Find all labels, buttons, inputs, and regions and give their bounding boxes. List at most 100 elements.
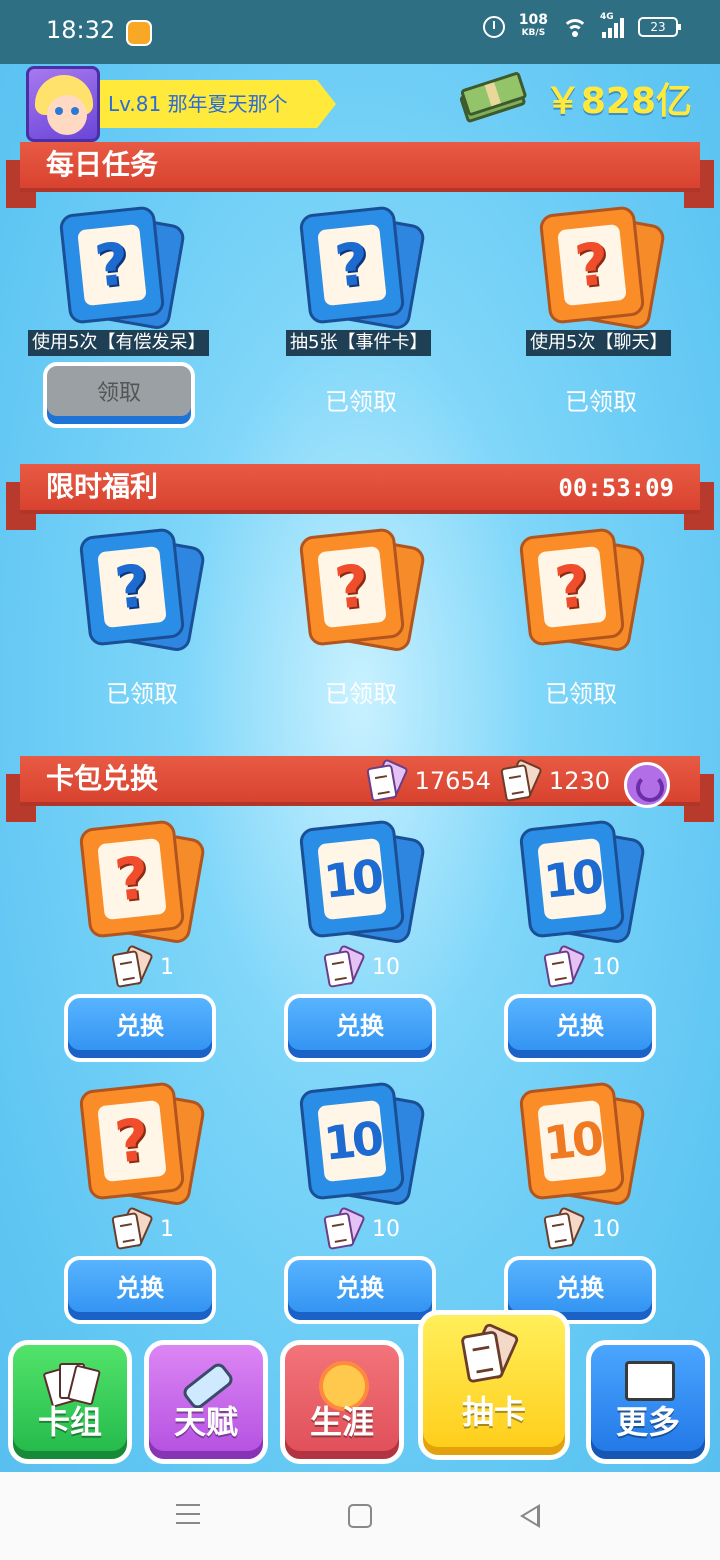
card-symbol: ? xyxy=(111,1105,153,1177)
exchange-pack-card-6: 10 xyxy=(518,1081,647,1208)
limited-offer-card-3: ? xyxy=(518,527,647,654)
brown-ticket-icon xyxy=(500,758,543,802)
exchange-button-2[interactable]: 兑换 xyxy=(284,994,436,1062)
home-icon[interactable] xyxy=(348,1504,372,1528)
network-speed-value: 108 xyxy=(518,12,548,28)
nav-draw-button[interactable]: 抽卡 xyxy=(418,1310,570,1460)
nav-more-button[interactable]: 更多 xyxy=(586,1340,710,1464)
nav-career-label: 生涯 xyxy=(309,1403,374,1441)
daily-task-card-3: ? xyxy=(538,205,667,332)
brown-ticket-count: 1230 xyxy=(548,767,610,795)
claim-button[interactable]: 领取 xyxy=(43,362,195,428)
money-amount: ￥828亿 xyxy=(544,81,692,122)
daily-tasks-header: 每日任务 xyxy=(6,142,714,208)
signal-icon: 4G xyxy=(600,12,624,38)
daily-task-card-1: ? xyxy=(58,205,187,332)
network-speed: 108 KB/S xyxy=(518,12,548,40)
app-notification-icon xyxy=(126,20,152,46)
purple-ticket-count: 17654 xyxy=(414,767,491,795)
card-symbol: 10 xyxy=(541,849,603,909)
brown-ticket-icon xyxy=(111,944,154,988)
nav-talent-label: 天赋 xyxy=(173,1403,238,1441)
card-symbol: ? xyxy=(571,229,613,301)
exchange-cost-1: 1 xyxy=(111,944,174,988)
alarm-icon xyxy=(482,16,505,38)
cost-value: 10 xyxy=(372,954,400,980)
limited-offer-header: 限时福利 00:53:09 xyxy=(6,464,714,530)
refresh-icon[interactable] xyxy=(624,762,670,808)
card-symbol: ? xyxy=(111,843,153,915)
pack-exchange-header: 卡包兑换 17654 1230 xyxy=(6,756,714,822)
exchange-cost-3: 10 xyxy=(543,944,620,988)
card-symbol: ? xyxy=(551,551,593,623)
exchange-pack-card-3: 10 xyxy=(518,819,647,946)
card-symbol: 10 xyxy=(321,849,383,909)
purple-ticket-icon xyxy=(365,758,409,802)
wifi-icon xyxy=(562,17,588,37)
chart-board-icon xyxy=(625,1361,675,1401)
purple-ticket-icon xyxy=(323,1206,366,1250)
cost-value: 10 xyxy=(592,954,620,980)
player-avatar[interactable] xyxy=(26,66,100,142)
card-symbol: 10 xyxy=(541,1111,603,1171)
claimed-status-3: 已领取 xyxy=(565,388,637,416)
exchange-pack-card-5: 10 xyxy=(298,1081,427,1208)
brown-ticket-icon xyxy=(543,1206,586,1250)
daily-task-label-2: 抽5张【事件卡】 xyxy=(286,330,432,356)
back-icon[interactable] xyxy=(520,1504,540,1528)
network-type: 4G xyxy=(600,12,614,22)
cost-value: 1 xyxy=(160,954,174,980)
limited-claimed-status-3: 已领取 xyxy=(545,680,617,708)
exchange-button-4[interactable]: 兑换 xyxy=(64,1256,216,1324)
card-symbol: 10 xyxy=(321,1111,383,1171)
exchange-button-5[interactable]: 兑换 xyxy=(284,1256,436,1324)
money-display: ￥828亿 xyxy=(458,70,692,124)
limited-claimed-status-1: 已领取 xyxy=(106,680,178,708)
nav-draw-label: 抽卡 xyxy=(461,1393,526,1431)
brown-ticket-icon xyxy=(111,1206,154,1250)
claimed-status-2: 已领取 xyxy=(325,388,397,416)
exchange-pack-card-1: ? xyxy=(78,819,207,946)
nav-talent-button[interactable]: 天赋 xyxy=(144,1340,268,1464)
daily-tasks-title: 每日任务 xyxy=(20,142,700,192)
daily-task-label-3: 使用5次【聊天】 xyxy=(526,330,672,356)
status-time: 18:32 xyxy=(46,16,116,44)
daily-task-label-1: 使用5次【有偿发呆】 xyxy=(28,330,210,356)
exchange-cost-2: 10 xyxy=(323,944,400,988)
menu-icon[interactable] xyxy=(176,1504,200,1524)
limited-offer-card-1: ? xyxy=(78,527,207,654)
nav-career-button[interactable]: 生涯 xyxy=(280,1340,404,1464)
nav-more-label: 更多 xyxy=(615,1403,680,1441)
nav-deck-label: 卡组 xyxy=(37,1403,102,1441)
network-speed-unit: KB/S xyxy=(521,28,546,38)
system-indicators: 108 KB/S 4G 23 xyxy=(482,12,681,40)
exchange-button-3[interactable]: 兑换 xyxy=(504,994,656,1062)
cost-value: 10 xyxy=(372,1216,400,1242)
exchange-cost-6: 10 xyxy=(543,1206,620,1250)
cost-value: 10 xyxy=(592,1216,620,1242)
card-symbol: ? xyxy=(331,229,373,301)
system-nav-bar xyxy=(0,1472,720,1560)
exchange-pack-card-2: 10 xyxy=(298,819,427,946)
limited-offer-timer: 00:53:09 xyxy=(558,474,674,502)
limited-offer-card-2: ? xyxy=(298,527,427,654)
purple-ticket-icon xyxy=(543,944,586,988)
daily-task-card-2: ? xyxy=(298,205,427,332)
card-symbol: ? xyxy=(111,551,153,623)
exchange-cost-5: 10 xyxy=(323,1206,400,1250)
exchange-button-1[interactable]: 兑换 xyxy=(64,994,216,1062)
ticket-balances: 17654 1230 xyxy=(365,758,610,804)
exchange-cost-4: 1 xyxy=(111,1206,174,1250)
nav-deck-button[interactable]: 卡组 xyxy=(8,1340,132,1464)
cash-stack-icon xyxy=(456,67,532,129)
card-symbol: ? xyxy=(331,551,373,623)
game-screen: Lv.81 那年夏天那个 ￥828亿 每日任务 ? ? ? 使用5次【有偿发呆】… xyxy=(0,64,720,1472)
player-level-banner: Lv.81 那年夏天那个 xyxy=(100,80,336,128)
cost-value: 1 xyxy=(160,1216,174,1242)
exchange-pack-card-4: ? xyxy=(78,1081,207,1208)
status-bar: 18:32 108 KB/S 4G 23 xyxy=(0,0,720,64)
purple-ticket-icon xyxy=(323,944,366,988)
card-symbol: ? xyxy=(91,229,133,301)
draw-ticket-icon xyxy=(460,1322,520,1384)
battery-icon: 23 xyxy=(638,17,681,37)
